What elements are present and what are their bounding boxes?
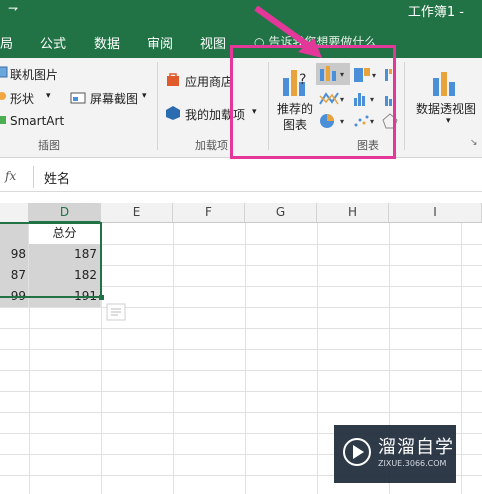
ribbon-separator xyxy=(157,62,158,150)
quick-analysis-icon[interactable] xyxy=(106,303,126,321)
tab-layout[interactable]: 局 xyxy=(0,33,13,52)
store-icon xyxy=(167,73,179,86)
tab-data[interactable]: 数据 xyxy=(94,33,120,52)
tab-view[interactable]: 视图 xyxy=(200,33,226,52)
formula-bar: fx 姓名 xyxy=(0,162,482,192)
insert-function-icon[interactable]: fx xyxy=(5,169,16,183)
screenshot-button[interactable]: 屏幕截图 xyxy=(90,90,138,107)
grid-line xyxy=(0,391,482,392)
title-bar: ⇁ 工作簿1 - xyxy=(0,0,482,28)
column-header-e[interactable]: E xyxy=(101,203,173,223)
screenshot-icon xyxy=(70,92,86,104)
smartart-icon xyxy=(0,116,6,124)
column-header-f[interactable]: F xyxy=(173,203,245,223)
column-header-h[interactable]: H xyxy=(317,203,389,223)
column-header-g[interactable]: G xyxy=(245,203,317,223)
column-header-d[interactable]: D xyxy=(29,203,101,223)
column-header-c[interactable] xyxy=(0,203,29,223)
watermark-brand: 溜溜自学 xyxy=(378,437,454,458)
watermark-url: ZIXUE.3066.COM xyxy=(378,459,447,468)
shapes-icon xyxy=(0,92,6,100)
watermark-badge: 溜溜自学 ZIXUE.3066.COM xyxy=(334,425,456,483)
formula-input[interactable]: 姓名 xyxy=(44,168,70,187)
grid-line xyxy=(0,349,482,350)
online-pictures-button[interactable]: 联机图片 xyxy=(10,66,58,83)
picture-icon xyxy=(0,66,8,78)
ribbon-separator xyxy=(404,62,405,150)
chevron-down-icon[interactable]: ▾ xyxy=(46,91,51,101)
shapes-button[interactable]: 形状 xyxy=(10,90,34,107)
window-title: 工作簿1 - xyxy=(407,5,464,20)
dialog-launcher-icon[interactable]: ↘ xyxy=(470,138,478,148)
pivot-chart-button[interactable]: 数据透视图 xyxy=(416,100,476,117)
tab-formulas[interactable]: 公式 xyxy=(40,33,66,52)
formula-bar-separator xyxy=(33,166,34,188)
tab-review[interactable]: 审阅 xyxy=(147,33,173,52)
grid-line xyxy=(0,370,482,371)
store-button[interactable]: 应用商店 xyxy=(185,73,233,90)
addins-group-label: 加载项 xyxy=(195,139,228,152)
selection-border xyxy=(0,222,102,298)
illustrations-group-label: 插图 xyxy=(38,139,60,152)
play-logo-icon xyxy=(343,438,371,466)
quick-access-toolbar[interactable]: ⇁ xyxy=(8,1,18,15)
grid-line xyxy=(0,412,482,413)
excel-window: ⇁ 工作簿1 - 局 公式 数据 审阅 视图 ○ 告诉我您想要做什么 联机图片 … xyxy=(0,0,482,494)
my-addins-icon xyxy=(166,106,180,120)
chevron-down-icon[interactable]: ▾ xyxy=(142,91,147,101)
grid-line xyxy=(0,328,482,329)
smartart-button[interactable]: SmartArt xyxy=(10,114,64,128)
charts-highlight-box xyxy=(230,45,396,159)
chevron-down-icon[interactable]: ▾ xyxy=(446,116,451,126)
pointer-arrow-icon xyxy=(254,5,322,58)
column-header-i[interactable]: I xyxy=(389,203,482,223)
pivot-chart-icon xyxy=(433,72,455,96)
fill-handle[interactable] xyxy=(99,295,104,300)
